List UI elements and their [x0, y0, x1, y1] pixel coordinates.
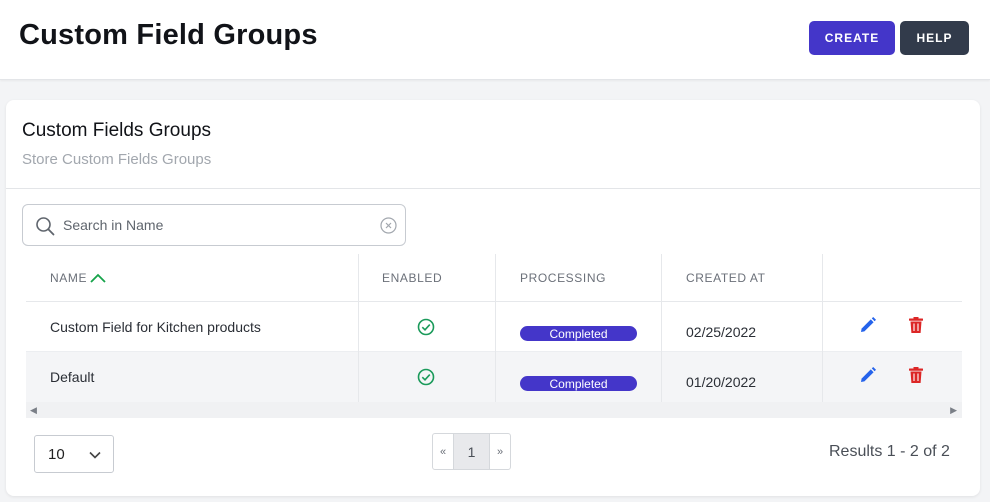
help-button[interactable]: HELP — [900, 21, 969, 55]
cell-name: Custom Field for Kitchen products — [50, 319, 261, 335]
clear-icon[interactable] — [380, 217, 397, 234]
pagination: « 1 » — [432, 433, 511, 470]
column-header-name[interactable]: NAME — [50, 254, 107, 302]
check-circle-icon — [417, 318, 435, 336]
check-circle-icon — [417, 368, 435, 386]
scroll-right-arrow-icon[interactable]: ▶ — [950, 405, 957, 416]
card-title: Custom Fields Groups — [22, 120, 212, 141]
per-page-value: 10 — [48, 446, 65, 463]
column-header-enabled[interactable]: ENABLED — [382, 254, 442, 302]
cell-created-at: 02/25/2022 — [686, 324, 757, 340]
chevron-down-icon — [89, 451, 101, 459]
search-icon — [36, 217, 55, 236]
page-button-current[interactable]: 1 — [453, 434, 490, 469]
previous-page-button[interactable]: « — [433, 434, 453, 469]
trash-icon[interactable] — [907, 366, 925, 384]
results-count: Results 1 - 2 of 2 — [829, 443, 950, 460]
status-badge: Completed — [520, 326, 637, 341]
search-input[interactable] — [63, 205, 373, 245]
column-divider — [822, 254, 823, 402]
column-divider — [661, 254, 662, 402]
trash-icon[interactable] — [907, 316, 925, 334]
card-subtitle: Store Custom Fields Groups — [22, 151, 212, 168]
per-page-select[interactable]: 10 — [34, 435, 114, 473]
cell-created-at: 01/20/2022 — [686, 374, 757, 390]
card-divider — [6, 188, 980, 189]
search-box — [22, 204, 406, 246]
horizontal-scrollbar[interactable]: ◀ ▶ — [26, 402, 962, 418]
create-button[interactable]: CREATE — [809, 21, 895, 55]
column-header-processing[interactable]: PROCESSING — [520, 254, 606, 302]
cell-name: Default — [50, 369, 95, 385]
status-badge: Completed — [520, 376, 637, 391]
column-divider — [495, 254, 496, 402]
pencil-icon[interactable] — [859, 366, 877, 384]
scroll-left-arrow-icon[interactable]: ◀ — [30, 405, 37, 416]
custom-fields-groups-card: Custom Fields Groups Store Custom Fields… — [6, 100, 980, 496]
column-divider — [358, 254, 359, 402]
next-page-button[interactable]: » — [490, 434, 510, 469]
page-title: Custom Field Groups — [19, 19, 318, 51]
chevron-up-icon — [90, 273, 106, 283]
top-header: Custom Field Groups CREATE HELP — [0, 0, 990, 80]
pencil-icon[interactable] — [859, 316, 877, 334]
column-header-label: NAME — [50, 271, 88, 285]
column-header-created-at[interactable]: CREATED AT — [686, 254, 766, 302]
